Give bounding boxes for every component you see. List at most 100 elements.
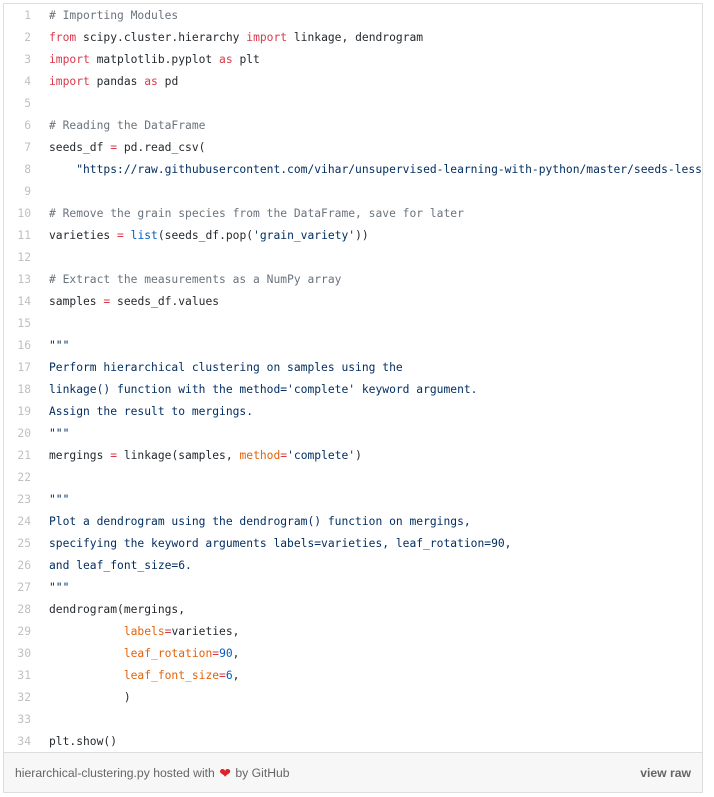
line-number[interactable]: 27 bbox=[4, 577, 31, 599]
code-token: = bbox=[110, 141, 118, 154]
code-token: # Extract the measurements as a NumPy ar… bbox=[49, 273, 342, 286]
code-token: specifying the keyword arguments labels=… bbox=[49, 537, 512, 550]
line-number[interactable]: 18 bbox=[4, 379, 31, 401]
line-number[interactable]: 15 bbox=[4, 313, 31, 335]
line-number[interactable]: 9 bbox=[4, 181, 31, 203]
code-line: 26 and leaf_font_size=6. bbox=[4, 555, 702, 577]
code-line: 23 """ bbox=[4, 489, 702, 511]
code-line: 4 import pandas as pd bbox=[4, 71, 702, 93]
code-token: mergings bbox=[49, 449, 111, 462]
line-number[interactable]: 7 bbox=[4, 137, 31, 159]
line-number[interactable]: 31 bbox=[4, 665, 31, 687]
code-line: 21 mergings = linkage(samples, method='co… bbox=[4, 445, 702, 467]
code-token: matplotlib.pyplot bbox=[89, 53, 220, 66]
code-line: 16 """ bbox=[4, 335, 702, 357]
line-number[interactable]: 4 bbox=[4, 71, 31, 93]
line-number[interactable]: 21 bbox=[4, 445, 31, 467]
code-line: 20 """ bbox=[4, 423, 702, 445]
code-line: 34 plt.show() bbox=[4, 731, 702, 753]
code-token: 90 bbox=[219, 647, 233, 660]
code-line: 12 bbox=[4, 247, 702, 269]
code-token: )) bbox=[355, 229, 369, 242]
code-line: 7 seeds_df = pd.read_csv( bbox=[4, 137, 702, 159]
line-code bbox=[31, 181, 49, 203]
code-token: pandas bbox=[89, 75, 145, 88]
line-number[interactable]: 20 bbox=[4, 423, 31, 445]
line-number[interactable]: 3 bbox=[4, 49, 31, 71]
line-number[interactable]: 19 bbox=[4, 401, 31, 423]
heart-icon: ❤ bbox=[219, 765, 231, 781]
code-token: """ bbox=[49, 339, 70, 352]
line-code: varieties = list(seeds_df.pop('grain_var… bbox=[31, 225, 369, 247]
line-number[interactable]: 5 bbox=[4, 93, 31, 115]
line-code: Plot a dendrogram using the dendrogram()… bbox=[31, 511, 471, 533]
line-number[interactable]: 28 bbox=[4, 599, 31, 621]
gist-meta: hierarchical-clustering.py hosted with ❤… bbox=[15, 764, 290, 781]
github-link[interactable]: GitHub bbox=[252, 766, 290, 780]
line-number[interactable]: 26 bbox=[4, 555, 31, 577]
code-token: = bbox=[110, 449, 118, 462]
gist-filename-link[interactable]: hierarchical-clustering.py bbox=[15, 766, 150, 780]
line-number[interactable]: 11 bbox=[4, 225, 31, 247]
code-token: seeds_df bbox=[49, 141, 111, 154]
line-code bbox=[31, 467, 49, 489]
line-number[interactable]: 12 bbox=[4, 247, 31, 269]
line-code: "https://raw.githubusercontent.com/vihar… bbox=[31, 159, 702, 181]
code-token: and leaf_font_size=6. bbox=[49, 559, 192, 572]
line-number[interactable]: 6 bbox=[4, 115, 31, 137]
line-number[interactable]: 25 bbox=[4, 533, 31, 555]
code-token: from bbox=[49, 31, 77, 44]
code-line: 14 samples = seeds_df.values bbox=[4, 291, 702, 313]
code-line: 9 bbox=[4, 181, 702, 203]
line-code: and leaf_font_size=6. bbox=[31, 555, 192, 577]
line-number[interactable]: 22 bbox=[4, 467, 31, 489]
line-number[interactable]: 1 bbox=[4, 5, 31, 27]
line-code: Perform hierarchical clustering on sampl… bbox=[31, 357, 403, 379]
line-number[interactable]: 13 bbox=[4, 269, 31, 291]
line-number[interactable]: 2 bbox=[4, 27, 31, 49]
code-line: 29 labels=varieties, bbox=[4, 621, 702, 643]
line-number[interactable]: 10 bbox=[4, 203, 31, 225]
code-token: plt.show() bbox=[49, 735, 118, 748]
line-code: # Extract the measurements as a NumPy ar… bbox=[31, 269, 341, 291]
gist-footer: hierarchical-clustering.py hosted with ❤… bbox=[4, 752, 702, 792]
line-number[interactable]: 17 bbox=[4, 357, 31, 379]
code-token: """ bbox=[49, 427, 70, 440]
line-number[interactable]: 32 bbox=[4, 687, 31, 709]
line-number[interactable]: 23 bbox=[4, 489, 31, 511]
code-line: 3 import matplotlib.pyplot as plt bbox=[4, 49, 702, 71]
code-token: # Reading the DataFrame bbox=[49, 119, 206, 132]
code-token: """ bbox=[49, 581, 70, 594]
line-number[interactable]: 33 bbox=[4, 709, 31, 731]
code-token: linkage() function with the method='comp… bbox=[49, 383, 478, 396]
by-text: by bbox=[235, 766, 249, 780]
code-token: 'grain_variety' bbox=[253, 229, 356, 242]
view-raw-link[interactable]: view raw bbox=[640, 766, 691, 780]
code-line: 33 bbox=[4, 709, 702, 731]
code-line: 5 bbox=[4, 93, 702, 115]
line-number[interactable]: 24 bbox=[4, 511, 31, 533]
line-number[interactable]: 14 bbox=[4, 291, 31, 313]
code-token: (seeds_df.pop( bbox=[157, 229, 254, 242]
code-token: as bbox=[219, 53, 233, 66]
line-number[interactable]: 8 bbox=[4, 159, 31, 181]
line-code: leaf_font_size=6, bbox=[31, 665, 240, 687]
line-number[interactable]: 16 bbox=[4, 335, 31, 357]
code-token: varieties bbox=[49, 229, 118, 242]
line-code: dendrogram(mergings, bbox=[31, 599, 185, 621]
line-number[interactable]: 30 bbox=[4, 643, 31, 665]
gist-embed: 1 # Importing Modules 2 from scipy.cluster.… bbox=[3, 3, 703, 793]
code-line: 27 """ bbox=[4, 577, 702, 599]
line-code bbox=[31, 93, 49, 115]
code-line: 22 bbox=[4, 467, 702, 489]
code-line: 32 ) bbox=[4, 687, 702, 709]
code-token: ) bbox=[49, 691, 131, 704]
code-token: seeds_df.values bbox=[110, 295, 220, 308]
line-number[interactable]: 29 bbox=[4, 621, 31, 643]
line-number[interactable]: 34 bbox=[4, 731, 31, 753]
code-line: 11 varieties = list(seeds_df.pop('grain_v… bbox=[4, 225, 702, 247]
code-token: Perform hierarchical clustering on sampl… bbox=[49, 361, 403, 374]
